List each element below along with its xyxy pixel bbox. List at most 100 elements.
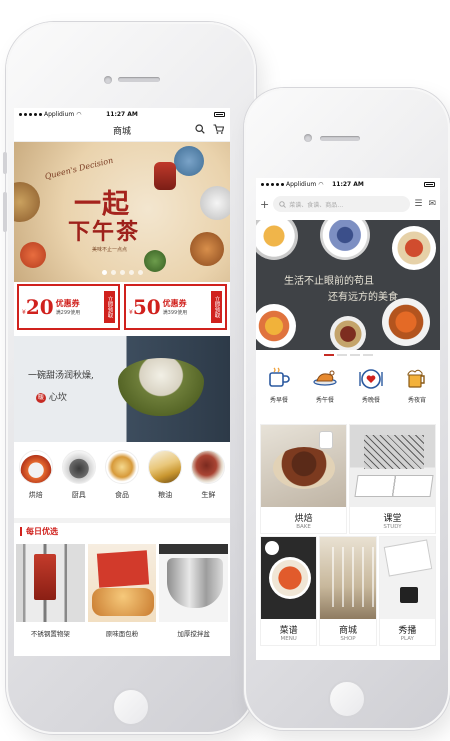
banner-subtitle: 美味不止一点点 (92, 247, 128, 253)
status-bar: Applidium ◠ 11:27 AM (14, 108, 230, 120)
coupon-label: 优惠券 (55, 299, 80, 308)
category-breakfast[interactable]: 秀早餐 (259, 364, 299, 420)
tile-image (379, 537, 435, 619)
product-name: 不锈钢置物架 (30, 630, 70, 638)
fresh-food-icon (191, 450, 226, 484)
banner-pager[interactable] (256, 354, 440, 356)
pager-dot[interactable] (110, 270, 116, 275)
screen-left: Applidium ◠ 11:27 AM 商城 Queen's Decision… (14, 108, 230, 656)
tile-subtitle: STUDY (383, 524, 402, 530)
category-label: 秀晚餐 (361, 397, 380, 404)
pager-dot[interactable] (119, 270, 125, 275)
soup-banner-line2-text: 心坎 (48, 393, 67, 403)
hero-banner[interactable]: Queen's Decision 一起 下午茶 美味不止一点点 (14, 142, 230, 282)
cookware-icon (61, 450, 96, 484)
tile-image (320, 537, 376, 619)
tile-bake[interactable]: 烘焙 BAKE (260, 424, 347, 534)
pager-dash[interactable] (336, 354, 347, 356)
coupon-claim-button[interactable]: 立即领取 (211, 291, 222, 323)
product-image (87, 544, 157, 622)
product-image (16, 544, 85, 622)
mail-icon[interactable]: ✉ (428, 199, 436, 209)
pager-dot[interactable] (137, 270, 143, 275)
banner-pager[interactable] (14, 270, 230, 275)
pager-dot[interactable] (128, 270, 134, 275)
food-icon (104, 450, 139, 484)
section-tiles: 烘焙 BAKE 课堂 STUDY 菜谱 MENU 商城 SHOP 秀播 PLAY (260, 424, 436, 648)
tile-title: 烘焙 (294, 514, 313, 524)
product-image (159, 544, 229, 622)
home-button[interactable] (328, 680, 366, 718)
camera (304, 134, 312, 142)
category-kitchenware[interactable]: 厨具 (59, 450, 99, 512)
status-bar: Applidium ◠ 11:27 AM (256, 178, 440, 190)
plus-icon[interactable]: + (260, 198, 269, 211)
tile-shop[interactable]: 商城 SHOP (319, 536, 377, 646)
meal-category-row: 秀早餐 秀午餐 秀晚餐 秀夜宵 (256, 364, 440, 420)
cart-icon[interactable] (213, 124, 225, 137)
tile-title: 菜谱 (279, 626, 298, 636)
daily-picks-title: 每日优选 (14, 518, 230, 540)
phone-right: Applidium ◠ 11:27 AM + 菜谱、食谱、商品… ☰ ✉ 生活不… (244, 88, 450, 730)
page-title: 商城 (112, 127, 131, 137)
tile-title: 课堂 (383, 514, 402, 524)
coupon-amount: 20 (25, 295, 54, 319)
coupon-condition: 满299使用 (55, 310, 81, 316)
category-lunch[interactable]: 秀午餐 (305, 364, 345, 420)
tile-menu[interactable]: 菜谱 MENU (260, 536, 318, 646)
tile-study[interactable]: 课堂 STUDY (349, 424, 436, 534)
product-card[interactable]: 原味面包粉 (87, 544, 157, 644)
category-label: 烘焙 (28, 491, 43, 499)
home-button[interactable] (112, 688, 150, 726)
search-icon[interactable] (195, 124, 205, 137)
product-name: 原味面包粉 (105, 630, 139, 638)
hero-banner[interactable]: 生活不止眼前的苟且 还有远方的美食 (256, 220, 440, 350)
category-grain-oil[interactable]: 粮油 (145, 450, 185, 512)
soup-banner-line2: 暖 心坎 (36, 390, 67, 403)
tile-title: 秀播 (398, 626, 417, 636)
coupon-amount: 50 (132, 295, 161, 319)
category-fresh[interactable]: 生鲜 (188, 450, 228, 512)
volume-button (3, 192, 7, 232)
beer-mug-icon (403, 364, 431, 392)
coupon-20[interactable]: ¥ 20 优惠券 满299使用 立即领取 (17, 284, 120, 330)
tile-image (261, 537, 317, 619)
category-label: 秀夜宵 (407, 397, 426, 404)
pager-dash[interactable] (362, 354, 373, 356)
tile-play[interactable]: 秀播 PLAY (378, 536, 436, 646)
category-late-night[interactable]: 秀夜宵 (397, 364, 437, 420)
tile-subtitle: PLAY (400, 636, 414, 642)
banner-script-text: Queen's Decision (43, 155, 115, 182)
grain-oil-icon (148, 450, 183, 484)
category-label: 粮油 (158, 491, 173, 499)
coupon-condition: 满399使用 (162, 310, 188, 316)
category-row: 烘焙 厨具 食品 粮油 生鲜 (14, 450, 230, 512)
product-card[interactable]: 加厚搅拌盆 (159, 544, 229, 644)
category-dinner[interactable]: 秀晚餐 (351, 364, 391, 420)
list-icon[interactable]: ☰ (414, 199, 422, 209)
tile-subtitle: BAKE (296, 524, 311, 530)
category-food[interactable]: 食品 (102, 450, 142, 512)
pager-dash[interactable] (349, 354, 360, 356)
coupon-50[interactable]: ¥ 50 优惠券 满399使用 立即领取 (124, 284, 227, 330)
phone-left: Applidium ◠ 11:27 AM 商城 Queen's Decision… (3, 22, 256, 734)
product-card[interactable]: 不锈钢置物架 (16, 544, 85, 644)
category-label: 秀午餐 (315, 397, 334, 404)
banner-title-2: 还有远方的美食 (328, 292, 398, 303)
seal-stamp: 暖 (36, 392, 46, 403)
category-label: 生鲜 (201, 491, 216, 499)
pager-dot[interactable] (101, 270, 107, 275)
side-button (3, 152, 7, 174)
category-label: 厨具 (71, 491, 86, 499)
search-icon (279, 200, 287, 208)
roast-chicken-icon (311, 364, 339, 392)
soup-bowl-image (118, 358, 204, 416)
coupon-claim-button[interactable]: 立即领取 (104, 291, 115, 323)
search-bar: + 菜谱、食谱、商品… ☰ ✉ (256, 190, 440, 218)
search-input[interactable]: 菜谱、食谱、商品… (273, 196, 411, 212)
category-label: 食品 (114, 491, 129, 499)
category-baking[interactable]: 烘焙 (16, 450, 56, 512)
soup-banner[interactable]: 一碗甜汤润秋燥, 暖 心坎 (14, 336, 230, 442)
pager-dash[interactable] (323, 354, 334, 356)
speaker (118, 77, 160, 82)
